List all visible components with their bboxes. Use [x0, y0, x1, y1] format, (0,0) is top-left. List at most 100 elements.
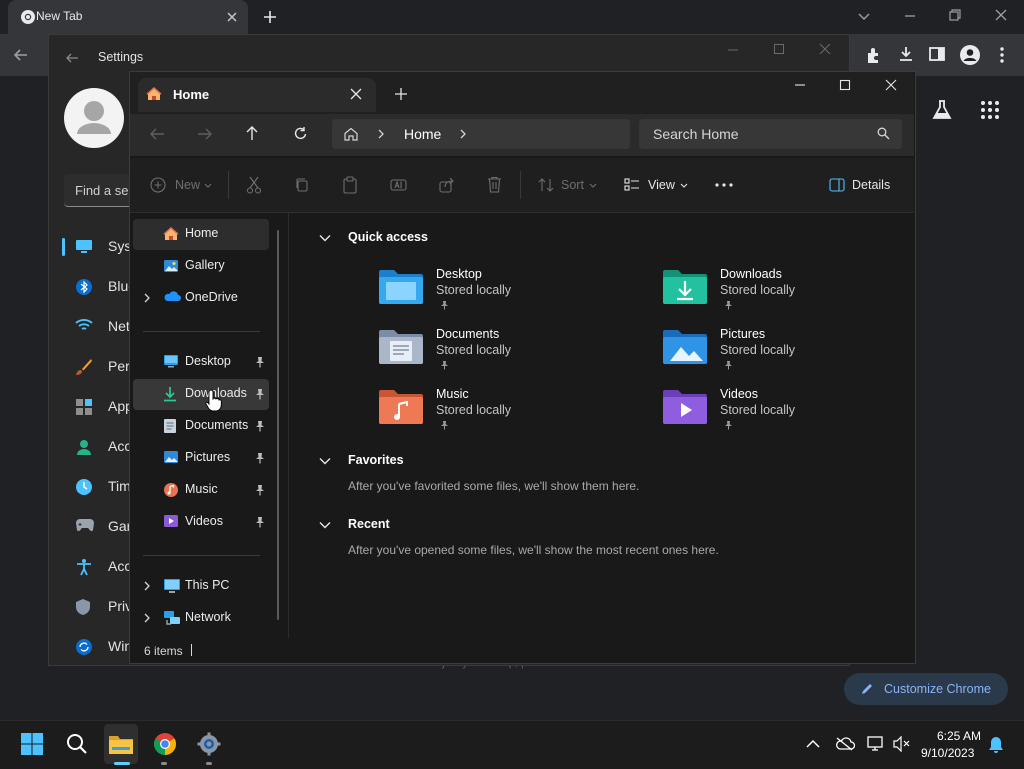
- google-apps-icon[interactable]: [980, 100, 1000, 120]
- downloads-folder-icon: [662, 268, 708, 306]
- onedrive-icon: [163, 290, 181, 302]
- onedrive-offline-icon[interactable]: [835, 736, 855, 752]
- pin-icon[interactable]: [255, 420, 265, 432]
- nav-item-label: Pictures: [185, 450, 231, 464]
- forward-arrow-icon[interactable]: [197, 127, 213, 141]
- address-home-icon[interactable]: [343, 126, 359, 142]
- notification-bell-icon[interactable]: [988, 736, 1004, 754]
- sort-button[interactable]: Sort: [561, 178, 584, 192]
- side-panel-icon[interactable]: [929, 46, 945, 62]
- nav-divider: [143, 555, 260, 556]
- extensions-icon[interactable]: [865, 46, 883, 64]
- desktop-folder-icon: [378, 268, 424, 306]
- customize-chrome-label: Customize Chrome: [884, 682, 991, 696]
- wifi-icon: [75, 318, 93, 332]
- quick_access-collapse-chevron-icon[interactable]: [319, 234, 331, 242]
- expand-chevron-icon[interactable]: [143, 581, 151, 591]
- quick-access-location: Stored locally: [436, 343, 512, 357]
- explorer-close-icon[interactable]: [885, 79, 897, 91]
- delete-icon[interactable]: [487, 176, 502, 193]
- expand-chevron-icon[interactable]: [143, 293, 151, 303]
- up-arrow-icon[interactable]: [245, 125, 259, 141]
- nav-item-label: Network: [185, 610, 231, 624]
- search-icon[interactable]: [877, 127, 890, 140]
- volume-muted-icon[interactable]: [893, 736, 911, 752]
- quick-access-name: Videos: [720, 387, 758, 401]
- details-pane-icon[interactable]: [829, 178, 845, 192]
- network-ethernet-icon[interactable]: [867, 735, 885, 753]
- music-icon: [163, 482, 179, 498]
- settings-minimize-icon[interactable]: [727, 44, 739, 56]
- expand-chevron-icon[interactable]: [143, 613, 151, 623]
- nav-scrollbar[interactable]: [277, 230, 279, 620]
- documents-folder-icon: [378, 328, 424, 366]
- address-breadcrumb-home[interactable]: Home: [404, 126, 441, 142]
- pin-icon: [724, 300, 733, 310]
- quick_access-section-title[interactable]: Quick access: [348, 230, 428, 244]
- quick-access-name: Downloads: [720, 267, 782, 281]
- pin-icon[interactable]: [255, 452, 265, 464]
- settings-maximize-icon[interactable]: [773, 43, 785, 55]
- accounts-icon: [75, 438, 93, 456]
- pin-icon[interactable]: [255, 356, 265, 368]
- back-arrow-icon[interactable]: [149, 127, 165, 141]
- paste-icon[interactable]: [342, 176, 358, 194]
- new-button[interactable]: New: [175, 178, 200, 192]
- tray-chevron-up-icon[interactable]: [806, 739, 820, 749]
- settings-title: Settings: [98, 50, 144, 64]
- profile-avatar-icon[interactable]: [959, 44, 981, 66]
- view-icon[interactable]: [624, 178, 640, 192]
- apps-icon: [75, 398, 93, 416]
- breadcrumb-chevron-icon[interactable]: [377, 129, 385, 139]
- recent-empty-message: After you've opened some files, we'll sh…: [348, 543, 719, 557]
- more-options-icon[interactable]: [715, 183, 733, 187]
- rename-icon[interactable]: [390, 177, 407, 193]
- pin-icon[interactable]: [255, 388, 265, 400]
- pin-icon[interactable]: [255, 484, 265, 496]
- details-button[interactable]: Details: [852, 178, 890, 192]
- clock-date[interactable]: 9/10/2023: [921, 746, 974, 760]
- cut-icon[interactable]: [246, 176, 262, 194]
- settings-avatar[interactable]: [64, 88, 124, 148]
- labs-icon[interactable]: [930, 98, 954, 122]
- taskbar-search-icon[interactable]: [65, 732, 89, 756]
- settings-close-icon[interactable]: [819, 43, 831, 55]
- settings-back-icon[interactable]: [64, 50, 80, 66]
- copy-icon[interactable]: [294, 177, 310, 193]
- pin-icon[interactable]: [255, 516, 265, 528]
- start-windows-icon[interactable]: [20, 732, 44, 756]
- recent-section-title[interactable]: Recent: [348, 517, 390, 531]
- chrome-minimize-icon[interactable]: [903, 9, 917, 23]
- chrome-menu-icon[interactable]: [998, 46, 1006, 64]
- share-icon[interactable]: [439, 177, 455, 193]
- refresh-icon[interactable]: [293, 126, 308, 141]
- home-icon: [146, 86, 162, 102]
- new-plus-circle-icon[interactable]: [150, 177, 166, 193]
- chrome-taskbar-icon[interactable]: [153, 732, 177, 756]
- quick-access-location: Stored locally: [720, 283, 796, 297]
- favorites-collapse-chevron-icon[interactable]: [319, 457, 331, 465]
- view-button[interactable]: View: [648, 178, 675, 192]
- favorites-section-title[interactable]: Favorites: [348, 453, 404, 467]
- explorer-new-tab-icon[interactable]: [394, 87, 408, 101]
- chrome-new-tab-icon[interactable]: [262, 9, 278, 25]
- settings-gear-taskbar-icon[interactable]: [197, 732, 221, 756]
- breadcrumb-chevron-icon[interactable]: [459, 129, 467, 139]
- chrome-back-icon[interactable]: [12, 46, 30, 64]
- chrome-tab-close-icon[interactable]: [225, 10, 239, 24]
- sort-icon[interactable]: [538, 177, 554, 193]
- recent-collapse-chevron-icon[interactable]: [319, 521, 331, 529]
- file-explorer-icon[interactable]: [108, 732, 134, 756]
- explorer-tab-close-icon[interactable]: [350, 88, 362, 100]
- chrome-tab-search-icon[interactable]: [857, 9, 871, 23]
- settings-nav-label: Acc: [108, 438, 132, 454]
- shield-icon: [75, 598, 91, 616]
- status-item-count: 6 items: [144, 644, 183, 658]
- taskbar-running-indicator: [114, 762, 130, 765]
- chrome-restore-icon[interactable]: [948, 8, 962, 22]
- explorer-minimize-icon[interactable]: [794, 79, 806, 91]
- chrome-close-icon[interactable]: [994, 8, 1008, 22]
- explorer-maximize-icon[interactable]: [839, 79, 851, 91]
- downloads-icon[interactable]: [897, 45, 915, 63]
- clock-time[interactable]: 6:25 AM: [935, 729, 981, 743]
